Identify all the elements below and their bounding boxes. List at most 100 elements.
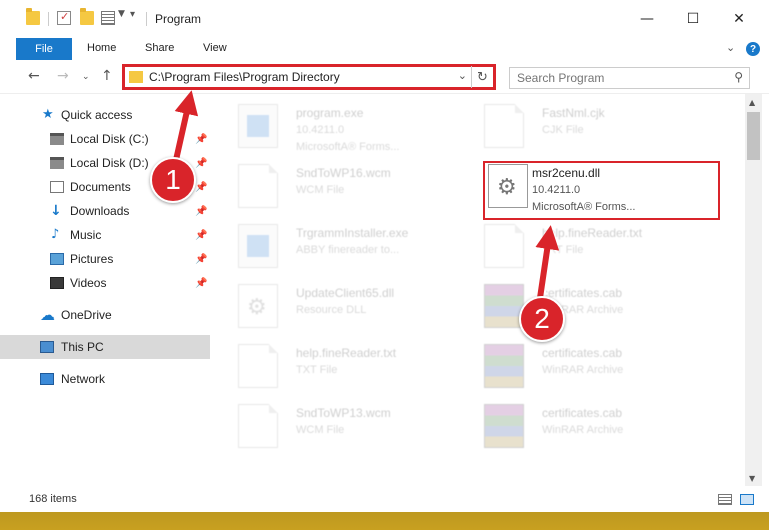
maximize-button[interactable]: ☐ [670, 0, 716, 38]
file-list: program.exe 10.4211.0 MicrosoftA® Forms.… [212, 94, 745, 486]
dll-gear-icon: ⚙ [238, 284, 278, 328]
file-type: WCM File [296, 184, 345, 196]
nav-item-label: OneDrive [61, 308, 112, 322]
pin-icon[interactable]: 📌 [195, 230, 207, 241]
file-type: TXT File [296, 364, 338, 376]
file-type: CJK File [542, 124, 584, 136]
search-input[interactable] [510, 68, 720, 88]
file-name: certificates.cab [542, 406, 623, 420]
nav-item-pictures[interactable]: Pictures 📌 [0, 248, 210, 270]
forward-arrow-icon[interactable]: → [57, 68, 69, 84]
tab-view[interactable]: View [203, 42, 227, 54]
details-view-icon[interactable] [718, 494, 732, 505]
minimize-button[interactable]: — [624, 0, 670, 38]
file-item[interactable]: SndToWP16.wcm WCM File [238, 164, 488, 214]
scroll-up-icon[interactable]: ▲ [749, 98, 755, 107]
file-item[interactable]: ⚙ UpdateClient65.dll Resource DLL [238, 284, 488, 334]
file-item[interactable]: help.fineReader.txt TXT File [238, 344, 488, 394]
callout-1: 1 [150, 157, 196, 203]
file-name: help.fineReader.txt [542, 226, 643, 240]
pin-icon[interactable]: 📌 [195, 278, 207, 289]
file-name: FastNml.cjk [542, 106, 605, 120]
divider [48, 12, 49, 26]
folder-icon [129, 71, 143, 83]
nav-item-network[interactable]: Network [0, 368, 210, 390]
file-icon [238, 404, 278, 448]
scrollbar-thumb[interactable] [747, 112, 760, 160]
pin-icon[interactable]: 📌 [195, 134, 207, 145]
file-type: Resource DLL [296, 304, 367, 316]
chevron-down-icon[interactable]: ⌄ [726, 41, 735, 54]
file-item[interactable]: SndToWP13.wcm WCM File [238, 404, 488, 454]
chevron-down-icon[interactable]: ⌄ [458, 69, 467, 82]
nav-item-quick-access[interactable]: ★ Quick access [0, 104, 210, 126]
pin-icon[interactable]: 📌 [195, 254, 207, 265]
nav-item-label: Videos [70, 276, 107, 290]
nav-item-label: This PC [61, 340, 104, 354]
tab-file[interactable]: File [16, 38, 72, 60]
search-box[interactable]: ⚲ [509, 67, 750, 89]
nav-item-label: Local Disk (C:) [70, 132, 149, 146]
nav-item-this-pc[interactable]: This PC [0, 335, 210, 359]
pin-icon[interactable]: 📌 [195, 182, 207, 193]
back-arrow-icon[interactable]: ← [28, 68, 40, 84]
folder-icon[interactable] [26, 8, 40, 25]
nav-item-music[interactable]: ♪ Music 📌 [0, 224, 210, 246]
star-icon: ★ [42, 107, 54, 122]
help-icon[interactable]: ? [746, 42, 760, 56]
nav-item-onedrive[interactable]: ☁ OneDrive [0, 304, 210, 326]
file-item[interactable]: program.exe 10.4211.0 MicrosoftA® Forms.… [238, 104, 488, 154]
item-count: 168 items [29, 493, 77, 505]
address-bar[interactable]: C:\Program Files\Program Directory ⌄ ↻ [122, 64, 496, 90]
customize-toolbar-icon[interactable]: ▾ [130, 9, 144, 23]
computer-icon [40, 341, 54, 353]
cloud-icon: ☁ [40, 306, 55, 324]
nav-item-local-disk-c[interactable]: Local Disk (C:) 📌 [0, 128, 210, 150]
window-title: Program [155, 12, 202, 26]
archive-icon [484, 284, 524, 328]
recent-locations-icon[interactable]: ⌄ [82, 72, 90, 82]
vertical-scrollbar[interactable]: ▲ ▼ [745, 94, 762, 486]
explorer-window: ▼ ▾ Program — ☐ ✕ File Home Share View ⌄… [0, 0, 769, 512]
tab-share[interactable]: Share [145, 42, 174, 54]
refresh-icon[interactable]: ↻ [471, 66, 493, 88]
tab-home[interactable]: Home [87, 42, 116, 54]
properties-icon[interactable] [57, 10, 71, 25]
file-icon [238, 164, 278, 208]
file-item[interactable]: TrgrammInstaller.exe ABBY finereader to.… [238, 224, 488, 274]
new-folder-icon[interactable] [80, 8, 94, 25]
archive-icon [484, 404, 524, 448]
file-type: TXT File [542, 244, 584, 256]
nav-item-label: Network [61, 372, 106, 386]
close-button[interactable]: ✕ [716, 0, 762, 38]
file-type: WinRAR Archive [542, 424, 624, 436]
file-name: help.fineReader.txt [296, 346, 397, 360]
file-name: UpdateClient65.dll [296, 286, 395, 300]
large-icons-view-icon[interactable] [740, 494, 754, 505]
file-icon [484, 104, 524, 148]
nav-item-label: Quick access [61, 108, 133, 122]
pin-icon[interactable]: 📌 [195, 206, 207, 217]
archive-icon [484, 344, 524, 388]
up-arrow-icon[interactable]: ↑ [101, 68, 113, 84]
file-version: 10.4211.0 [296, 124, 345, 136]
search-icon[interactable]: ⚲ [734, 70, 743, 84]
pin-icon[interactable]: 📌 [195, 158, 207, 169]
address-path[interactable]: C:\Program Files\Program Directory [149, 70, 340, 84]
file-item[interactable]: certificates.cab WinRAR Archive [484, 344, 734, 394]
title-bar: ▼ ▾ Program — ☐ ✕ [0, 0, 769, 38]
nav-item-label: Music [70, 228, 102, 242]
file-name: program.exe [296, 106, 364, 120]
view-options-icon[interactable] [101, 11, 115, 25]
file-type: WinRAR Archive [542, 364, 624, 376]
file-item[interactable]: help.fineReader.txt TXT File [484, 224, 734, 274]
nav-item-downloads[interactable]: ↓ Downloads 📌 [0, 200, 210, 222]
scroll-down-icon[interactable]: ▼ [749, 474, 755, 483]
drive-icon [50, 133, 64, 145]
file-item[interactable]: certificates.cab WinRAR Archive [484, 404, 734, 454]
documents-icon [50, 181, 64, 193]
music-icon: ♪ [51, 227, 60, 242]
file-item[interactable]: FastNml.cjk CJK File [484, 104, 734, 154]
network-icon [40, 373, 54, 385]
nav-item-videos[interactable]: Videos 📌 [0, 272, 210, 294]
